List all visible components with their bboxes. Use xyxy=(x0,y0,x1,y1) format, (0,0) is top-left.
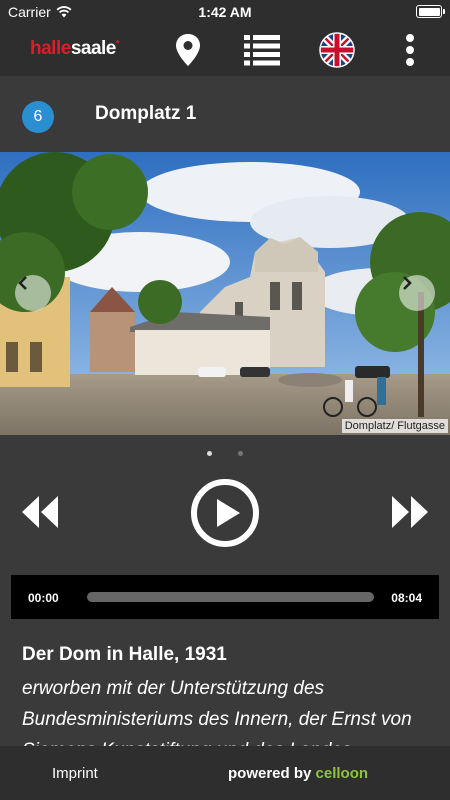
duration: 08:04 xyxy=(391,591,422,605)
page-dot[interactable] xyxy=(207,451,212,456)
list-icon[interactable] xyxy=(244,32,280,68)
current-time: 00:00 xyxy=(28,591,59,605)
logo-mark: * xyxy=(115,38,120,49)
stop-header: 6 Domplatz 1 xyxy=(0,76,450,152)
more-vertical-icon[interactable] xyxy=(392,32,428,68)
status-bar: Carrier 1:42 AM xyxy=(0,0,450,24)
chevron-right-icon xyxy=(403,276,412,290)
imprint-link[interactable]: Imprint xyxy=(52,765,98,782)
next-image-button[interactable] xyxy=(399,275,435,311)
rewind-button[interactable] xyxy=(20,494,60,530)
brand-name: celloon xyxy=(315,765,369,782)
clock: 1:42 AM xyxy=(198,4,252,20)
description-heading: Der Dom in Halle, 1931 xyxy=(22,644,227,665)
photo-carousel[interactable]: Domplatz/ Flutgasse xyxy=(0,152,450,435)
carousel-page-indicator xyxy=(0,451,450,456)
app-logo[interactable]: hallesaale* xyxy=(30,38,119,60)
footer: Imprint powered by celloon xyxy=(0,746,450,800)
rewind-icon xyxy=(22,496,58,528)
app-toolbar: hallesaale* xyxy=(0,24,450,76)
stop-title: Domplatz 1 xyxy=(95,103,197,124)
audio-progress-bar: 00:00 08:04 xyxy=(11,575,439,619)
play-icon xyxy=(191,479,259,547)
seek-slider[interactable] xyxy=(87,592,374,602)
map-pin-icon[interactable] xyxy=(170,32,206,68)
battery-icon xyxy=(416,5,445,18)
domplatz-photo xyxy=(0,152,450,435)
powered-by-label: powered by xyxy=(228,765,312,782)
chevron-left-icon xyxy=(18,276,27,290)
logo-part-1: halle xyxy=(30,38,71,59)
powered-by[interactable]: powered by celloon xyxy=(228,765,368,782)
logo-part-2: saale xyxy=(70,38,117,59)
stop-number-badge: 6 xyxy=(22,101,54,133)
battery-level xyxy=(418,7,440,16)
previous-image-button[interactable] xyxy=(15,275,51,311)
photo-caption: Domplatz/ Flutgasse xyxy=(341,419,448,433)
fast-forward-button[interactable] xyxy=(390,494,430,530)
play-button[interactable] xyxy=(190,478,260,548)
description-body: erworben mit der Unterstützung des Bunde… xyxy=(22,678,412,746)
page-dot[interactable] xyxy=(238,451,243,456)
stop-description: Der Dom in Halle, 1931 erworben mit der … xyxy=(22,644,432,746)
fast-forward-icon xyxy=(392,496,428,528)
uk-flag-icon[interactable] xyxy=(319,32,355,68)
